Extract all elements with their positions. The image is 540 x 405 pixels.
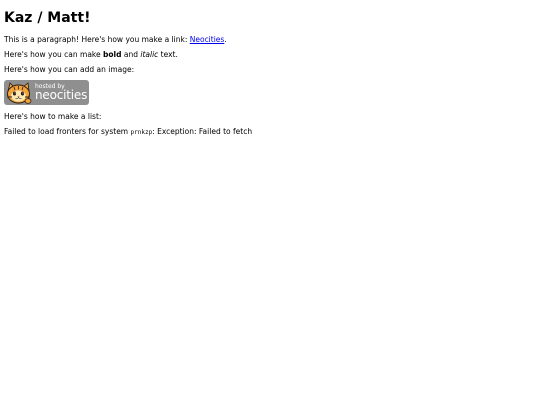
paragraph-formatting: Here's how you can make bold and italic … — [4, 50, 536, 59]
italic-text: italic — [140, 50, 159, 59]
paragraph-link-text-after: . — [224, 35, 227, 44]
paragraph-formatting-text-middle: and — [121, 50, 141, 59]
badge-neocities-text: neocities — [35, 88, 88, 102]
neocities-cat-icon — [6, 82, 32, 104]
page-content: Kaz / Matt! This is a paragraph! Here's … — [0, 0, 540, 137]
error-text-after: : Exception: Failed to fetch — [152, 127, 253, 136]
badge-container: hosted by neocities — [4, 80, 536, 105]
fronters-error-message: Failed to load fronters for system prnkz… — [4, 127, 536, 137]
error-text-before: Failed to load fronters for system — [4, 127, 131, 136]
hosted-by-neocities-badge: hosted by neocities — [4, 80, 89, 105]
page-title: Kaz / Matt! — [4, 10, 91, 26]
paragraph-formatting-text-before: Here's how you can make — [4, 50, 103, 59]
paragraph-link-text-before: This is a paragraph! Here's how you make… — [4, 35, 190, 44]
paragraph-formatting-text-after: text. — [158, 50, 178, 59]
bold-text: bold — [103, 50, 122, 59]
neocities-link[interactable]: Neocities — [190, 35, 225, 44]
system-id-code: prnkzp — [130, 129, 153, 136]
paragraph-image-intro: Here's how you can add an image: — [4, 65, 135, 74]
paragraph-link: This is a paragraph! Here's how you make… — [4, 35, 536, 44]
paragraph-list-intro: Here's how to make a list: — [4, 112, 102, 121]
